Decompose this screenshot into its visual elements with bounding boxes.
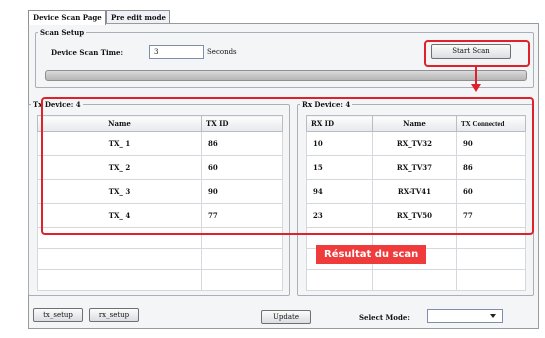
scan-time-unit: Seconds: [207, 48, 237, 56]
update-button[interactable]: Update: [261, 310, 311, 324]
table-row-empty: [306, 269, 526, 291]
scan-time-input[interactable]: 3: [149, 45, 204, 59]
select-mode-value: [428, 310, 431, 318]
chevron-down-icon: [490, 314, 496, 318]
start-scan-highlight: [424, 40, 530, 67]
scan-result-highlight: [41, 97, 534, 235]
scan-setup-legend: Scan Setup: [40, 28, 85, 37]
tab-pre-edit-mode[interactable]: Pre edit mode: [106, 10, 170, 24]
scan-time-label: Device Scan Time:: [51, 48, 124, 57]
tx-setup-button[interactable]: tx_setup: [33, 308, 83, 322]
table-row-empty: [37, 269, 283, 291]
tab-device-scan-page[interactable]: Device Scan Page: [28, 10, 106, 25]
scan-progress-bar: [45, 70, 527, 81]
scan-result-label: Résultat du scan: [316, 245, 427, 264]
table-row-empty: [37, 248, 283, 270]
rx-setup-button[interactable]: rx_setup: [89, 308, 139, 322]
select-mode-label: Select Mode:: [359, 313, 410, 322]
select-mode-dropdown[interactable]: [427, 309, 503, 323]
annotation-arrow-head: [471, 84, 481, 92]
